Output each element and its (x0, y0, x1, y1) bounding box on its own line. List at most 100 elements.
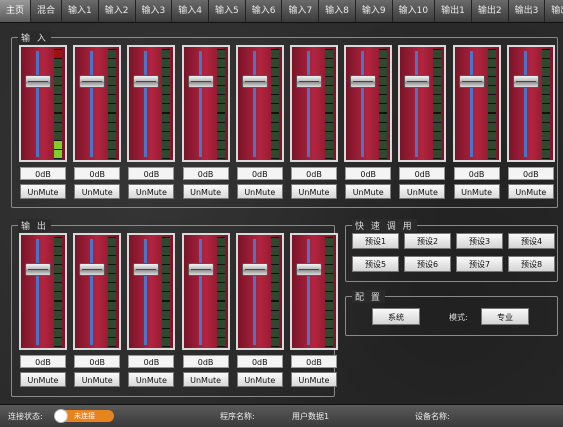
level-meter (108, 49, 117, 159)
meter-segment (487, 104, 496, 113)
preset-button-5[interactable]: 预设5 (352, 256, 399, 272)
meter-segment (379, 149, 388, 158)
preset-button-2[interactable]: 预设2 (404, 233, 451, 249)
mute-button[interactable]: UnMute (182, 184, 229, 199)
system-button[interactable]: 系统 (372, 308, 420, 325)
gain-value[interactable]: 0dB (128, 355, 175, 368)
gain-value[interactable]: 0dB (20, 355, 66, 368)
preset-button-4[interactable]: 预设4 (508, 233, 555, 249)
mute-button[interactable]: UnMute (291, 184, 337, 199)
mute-button[interactable]: UnMute (236, 184, 283, 199)
mute-button[interactable]: UnMute (128, 184, 175, 199)
mute-button[interactable]: UnMute (128, 372, 175, 387)
tab-0[interactable]: 主页 (0, 0, 32, 22)
tab-15[interactable]: 输出4 (545, 0, 563, 22)
fader-knob[interactable] (241, 262, 268, 276)
fader-knob[interactable] (296, 262, 322, 276)
mode-button[interactable]: 专业 (481, 308, 529, 325)
fader-knob[interactable] (404, 74, 431, 88)
mute-button[interactable]: UnMute (20, 372, 66, 387)
gain-value[interactable]: 0dB (507, 167, 554, 180)
fader-knob[interactable] (296, 74, 322, 88)
fader-knob[interactable] (187, 262, 214, 276)
fader-knob[interactable] (187, 74, 214, 88)
gain-value[interactable]: 0dB (74, 355, 121, 368)
gain-value[interactable]: 0dB (399, 167, 446, 180)
fader-knob[interactable] (25, 262, 51, 276)
mute-button[interactable]: UnMute (399, 184, 446, 199)
meter-segment (216, 319, 225, 328)
meter-segment (270, 247, 279, 256)
gain-value[interactable]: 0dB (74, 167, 121, 180)
mute-button[interactable]: UnMute (507, 184, 554, 199)
preset-button-7[interactable]: 预设7 (456, 256, 503, 272)
fader-knob[interactable] (79, 262, 106, 276)
meter-segment (325, 274, 333, 283)
tab-3[interactable]: 输入2 (99, 0, 136, 22)
meter-segment (54, 59, 62, 68)
gain-value[interactable]: 0dB (20, 167, 66, 180)
fader-knob[interactable] (133, 262, 160, 276)
mute-button[interactable]: UnMute (20, 184, 66, 199)
tab-8[interactable]: 输入7 (282, 0, 320, 22)
meter-segment (162, 328, 171, 337)
gain-value[interactable]: 0dB (128, 167, 175, 180)
tab-6[interactable]: 输入5 (209, 0, 246, 22)
meter-segment (433, 86, 442, 95)
fader-panel (235, 233, 284, 350)
fader-knob[interactable] (458, 74, 485, 88)
gain-value[interactable]: 0dB (182, 355, 229, 368)
meter-segment (325, 301, 333, 310)
mute-button[interactable]: UnMute (345, 184, 392, 199)
tab-14[interactable]: 输出3 (509, 0, 546, 22)
tab-5[interactable]: 输入4 (172, 0, 209, 22)
preset-button-3[interactable]: 预设3 (456, 233, 503, 249)
tab-9[interactable]: 输入8 (319, 0, 356, 22)
tab-2[interactable]: 输入1 (62, 0, 99, 22)
fader-panel (181, 45, 230, 162)
fader-knob[interactable] (79, 74, 106, 88)
tab-12[interactable]: 输出1 (435, 0, 472, 22)
tab-11[interactable]: 输入10 (393, 0, 436, 22)
mute-button[interactable]: UnMute (291, 372, 337, 387)
tab-1[interactable]: 混合 (31, 0, 63, 22)
meter-segment (433, 104, 442, 113)
fader-knob[interactable] (350, 74, 377, 88)
meter-segment (54, 292, 62, 301)
preset-button-6[interactable]: 预设6 (404, 256, 451, 272)
fader-knob[interactable] (512, 74, 539, 88)
fader-panel (506, 45, 555, 162)
level-meter (487, 49, 496, 159)
fader-knob[interactable] (25, 74, 51, 88)
fader-panel (290, 233, 338, 350)
gain-value[interactable]: 0dB (291, 167, 337, 180)
gain-value[interactable]: 0dB (236, 355, 283, 368)
gain-value[interactable]: 0dB (236, 167, 283, 180)
tab-7[interactable]: 输入6 (246, 0, 283, 22)
tab-4[interactable]: 输入3 (136, 0, 173, 22)
fader-knob[interactable] (133, 74, 160, 88)
mute-button[interactable]: UnMute (74, 184, 121, 199)
gain-value[interactable]: 0dB (291, 355, 337, 368)
meter-segment (108, 328, 117, 337)
meter-segment (433, 122, 442, 131)
meter-segment (433, 140, 442, 149)
meter-segment (541, 50, 550, 58)
mute-button[interactable]: UnMute (182, 372, 229, 387)
connection-toggle[interactable]: 未连接 (54, 409, 114, 423)
preset-button-8[interactable]: 预设8 (508, 256, 555, 272)
fader-knob[interactable] (241, 74, 268, 88)
gain-value[interactable]: 0dB (453, 167, 500, 180)
gain-value[interactable]: 0dB (182, 167, 229, 180)
meter-segment (325, 104, 333, 113)
fader-track (469, 51, 473, 157)
mute-button[interactable]: UnMute (236, 372, 283, 387)
meter-segment (433, 68, 442, 77)
mute-button[interactable]: UnMute (453, 184, 500, 199)
gain-value[interactable]: 0dB (345, 167, 392, 180)
meter-segment (379, 95, 388, 104)
mute-button[interactable]: UnMute (74, 372, 121, 387)
tab-13[interactable]: 输出2 (472, 0, 509, 22)
preset-button-1[interactable]: 预设1 (352, 233, 399, 249)
tab-10[interactable]: 输入9 (356, 0, 393, 22)
